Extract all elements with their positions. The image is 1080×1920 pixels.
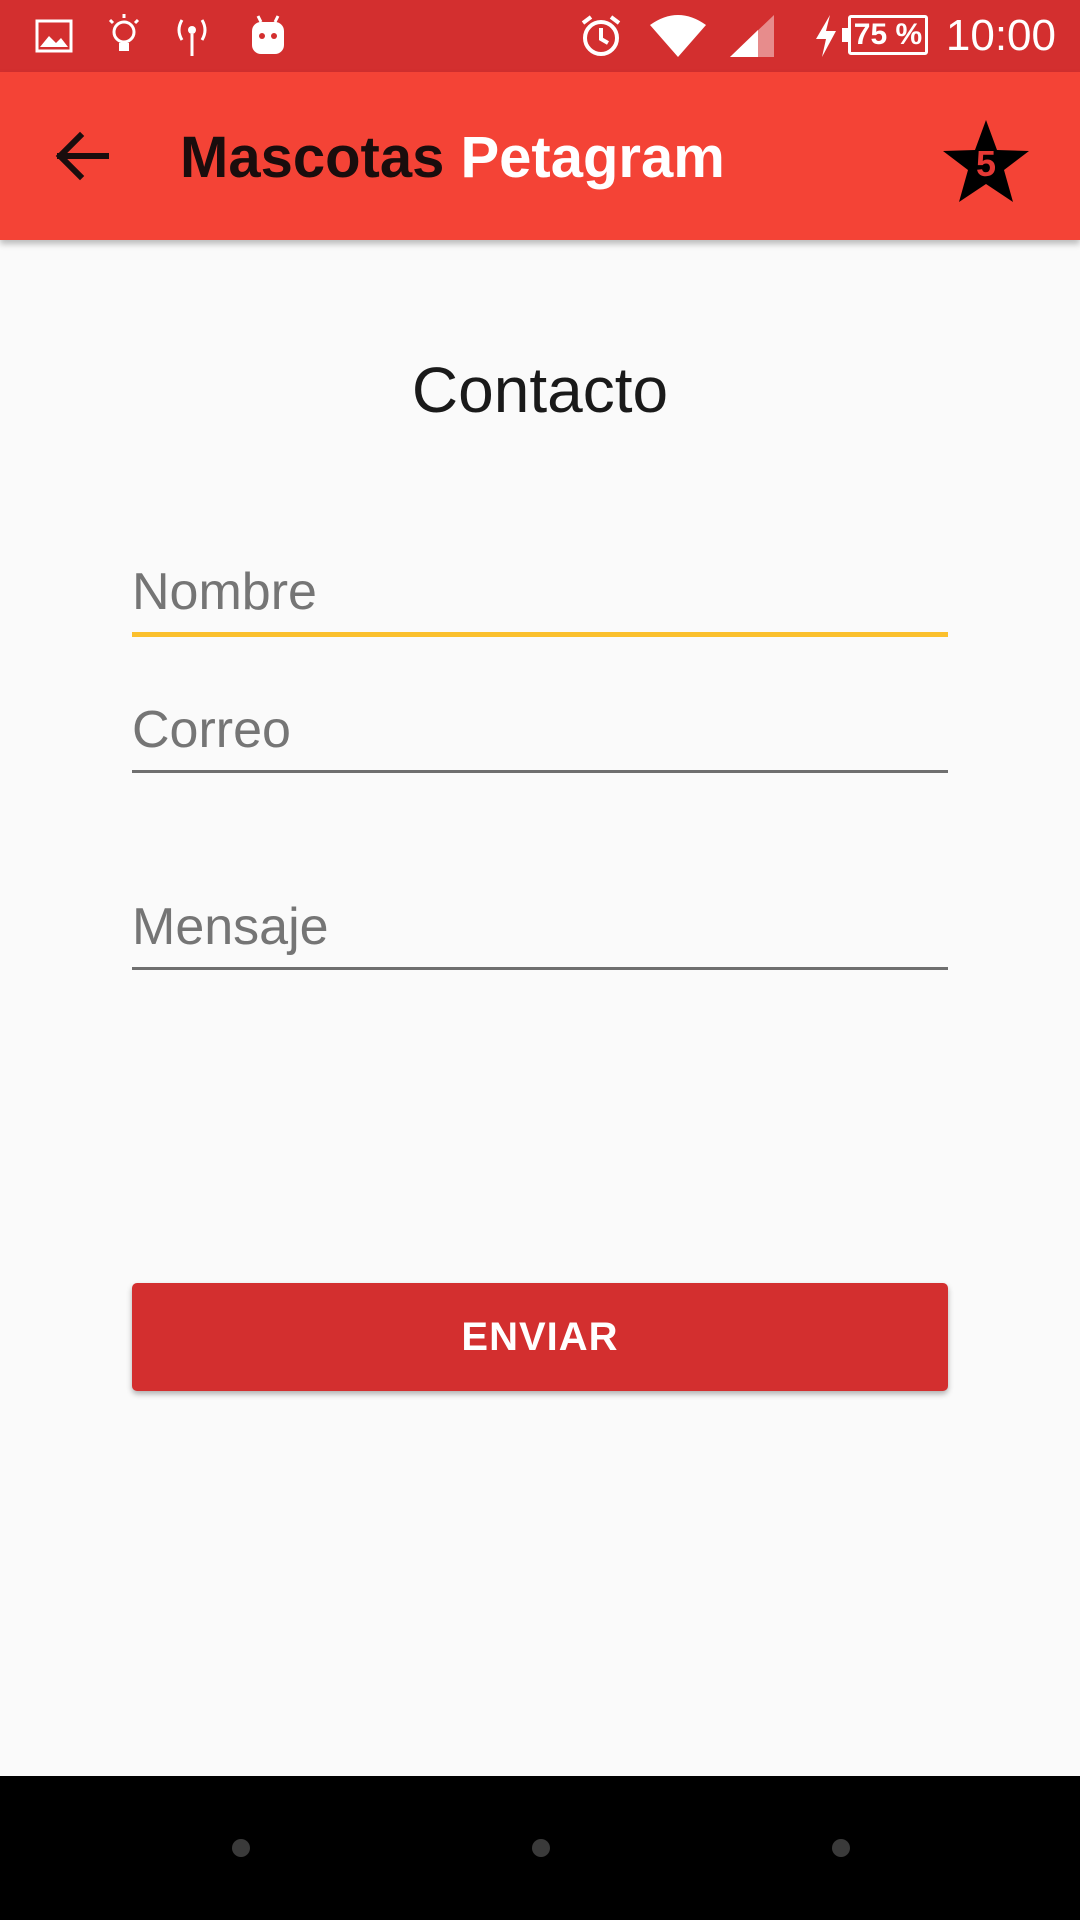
image-icon — [34, 12, 74, 60]
nav-back-button[interactable] — [232, 1839, 250, 1857]
page-title: Contacto — [411, 354, 669, 426]
signal-icon — [728, 12, 778, 60]
back-button[interactable] — [40, 116, 130, 196]
lightbulb-icon — [104, 12, 144, 60]
message-field[interactable] — [132, 887, 948, 970]
wifi-icon — [648, 12, 708, 60]
clock: 10:00 — [945, 11, 1056, 60]
nav-home-button[interactable] — [532, 1839, 550, 1857]
battery-icon: 75 % — [842, 15, 928, 55]
email-field[interactable] — [132, 690, 948, 773]
app-title: Mascotas Petagram — [180, 124, 725, 192]
charging-icon — [812, 12, 840, 60]
send-button[interactable]: ENVIAR — [132, 1283, 948, 1391]
nav-recents-button[interactable] — [832, 1839, 850, 1857]
arrow-back-icon — [40, 131, 130, 200]
app-title-part2: Petagram — [460, 125, 725, 190]
name-field[interactable] — [132, 552, 948, 637]
app-bar: Mascotas Petagram 5 — [0, 72, 1080, 240]
app-title-part1: Mascotas — [180, 125, 445, 190]
favorites-button[interactable]: 5 — [940, 116, 1032, 208]
android-icon — [248, 12, 288, 60]
message-input[interactable] — [132, 887, 948, 967]
status-bar: 75 % 10:00 — [0, 0, 1080, 72]
star-icon — [940, 120, 1032, 212]
favorites-count: 5 — [975, 143, 997, 184]
alarm-icon — [578, 12, 624, 60]
name-input[interactable] — [132, 552, 948, 632]
hotspot-icon — [172, 12, 212, 60]
email-input[interactable] — [132, 690, 948, 770]
navigation-bar — [0, 1776, 1080, 1920]
